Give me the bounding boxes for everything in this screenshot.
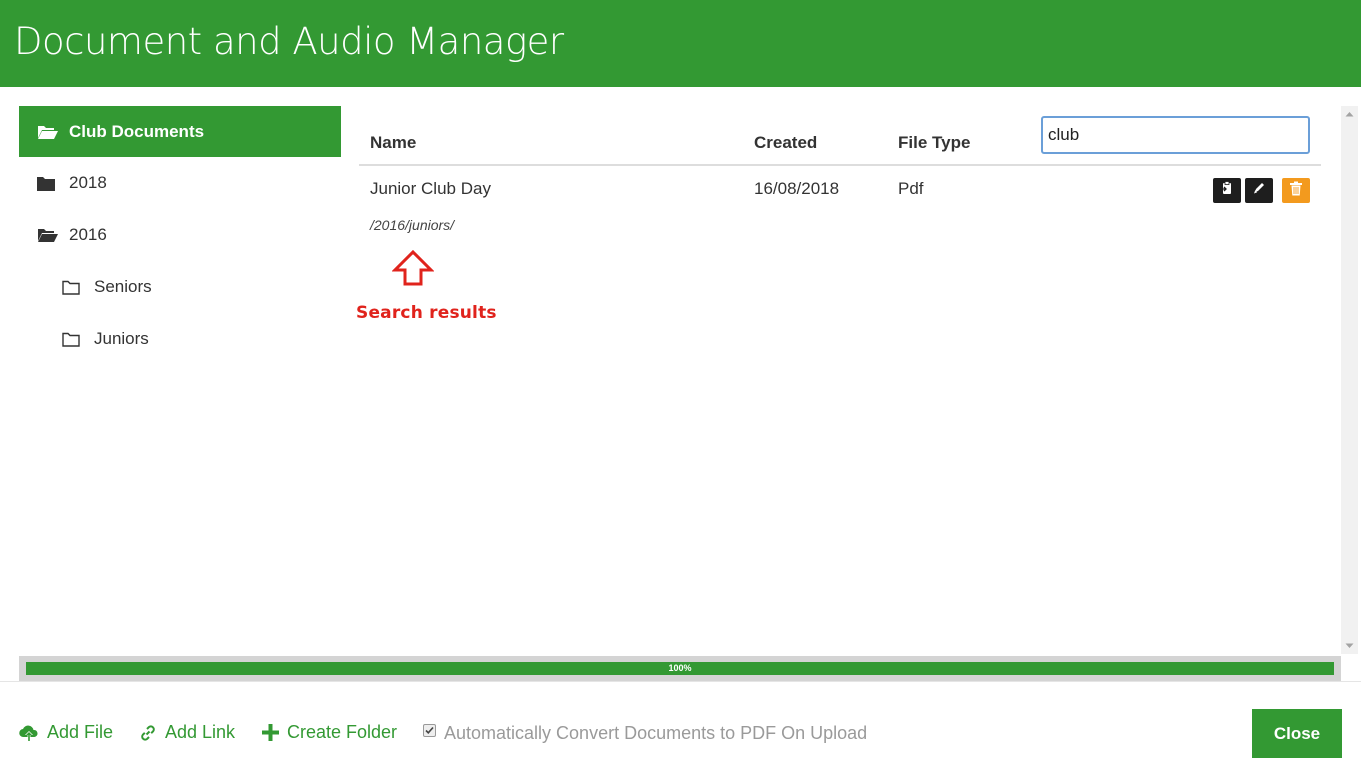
add-link-button[interactable]: Add Link [139, 722, 235, 743]
edit-file-button[interactable] [1245, 178, 1273, 203]
sidebar-item-label: Seniors [94, 277, 152, 296]
folder-tree: Club Documents 2018 2016 Seniors Juniors [19, 106, 341, 365]
file-type: Pdf [898, 179, 924, 198]
sidebar-item-label: 2016 [69, 225, 107, 244]
create-folder-label: Create Folder [287, 722, 398, 742]
upload-progress-bar: 100% [19, 656, 1341, 681]
annotation-arrow-icon [391, 249, 435, 291]
annotation-label: Search results [356, 303, 497, 323]
page-title: Document and Audio Manager [14, 20, 564, 63]
plus-icon [262, 724, 279, 741]
move-file-button[interactable] [1213, 178, 1241, 203]
pencil-icon [1252, 181, 1266, 200]
sidebar-item-label: Club Documents [69, 121, 205, 141]
column-header-created[interactable]: Created [754, 133, 817, 153]
sidebar-item-label: 2018 [69, 173, 107, 192]
close-button[interactable]: Close [1252, 709, 1342, 758]
progress-label: 100% [668, 663, 692, 673]
app-header: Document and Audio Manager [0, 0, 1361, 87]
folder-icon [37, 174, 61, 192]
auto-convert-label: Automatically Convert Documents to PDF O… [444, 723, 868, 743]
footer-divider [0, 681, 1361, 682]
column-header-name[interactable]: Name [370, 133, 416, 153]
scroll-up-icon[interactable] [1341, 106, 1358, 122]
folder-outline-icon [62, 278, 86, 296]
trash-icon [1289, 181, 1303, 201]
search-input[interactable] [1041, 116, 1310, 154]
auto-convert-option[interactable]: Automatically Convert Documents to PDF O… [423, 723, 867, 744]
vertical-scrollbar[interactable] [1341, 106, 1358, 654]
table-header-divider [359, 164, 1321, 166]
cloud-upload-icon [19, 724, 39, 742]
sidebar-item-club-documents[interactable]: Club Documents [19, 106, 341, 157]
sidebar-item-2018[interactable]: 2018 [19, 157, 341, 209]
create-folder-button[interactable]: Create Folder [262, 722, 397, 743]
add-link-label: Add Link [165, 722, 236, 742]
file-path: /2016/juniors/ [370, 217, 455, 233]
clipboard-icon [1220, 181, 1234, 200]
add-file-button[interactable]: Add File [19, 722, 113, 743]
folder-outline-icon [62, 330, 86, 348]
file-name[interactable]: Junior Club Day [370, 179, 491, 199]
scroll-down-icon[interactable] [1341, 638, 1358, 654]
sidebar-item-2016[interactable]: 2016 [19, 209, 341, 261]
link-icon [139, 724, 157, 742]
delete-file-button[interactable] [1282, 178, 1310, 203]
folder-open-icon [37, 226, 61, 244]
sidebar-item-label: Juniors [94, 329, 149, 348]
folder-open-icon [37, 123, 61, 141]
column-header-file-type[interactable]: File Type [898, 133, 970, 153]
file-created-date: 16/08/2018 [754, 179, 840, 198]
auto-convert-checkbox[interactable] [423, 724, 436, 737]
add-file-label: Add File [47, 722, 114, 742]
sidebar-item-seniors[interactable]: Seniors [19, 261, 341, 313]
sidebar-item-juniors[interactable]: Juniors [19, 313, 341, 365]
